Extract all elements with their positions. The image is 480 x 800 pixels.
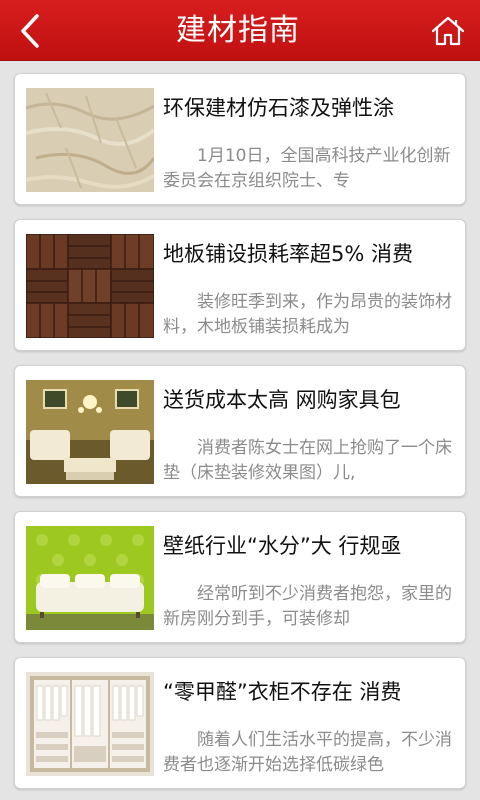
page-title: 建材指南 [176,13,300,48]
chevron-left-icon [21,13,39,48]
article-summary: 随着人们生活水平的提高，不少消费者也逐渐开始选择低碳绿色 [163,730,452,775]
article-card[interactable]: 壁纸行业“水分”大 行规亟 经常听到不少消费者抱怨，家里的新房刚分到手，可装修却 [14,511,466,643]
article-summary: 经常听到不少消费者抱怨，家里的新房刚分到手，可装修却 [163,584,452,629]
article-title: “零甲醛”衣柜不存在 消费 [163,680,402,704]
article-card[interactable]: 地板铺设损耗率超5% 消费 装修旺季到来，作为昂贵的装饰材料，木地板铺装损耗成为 [14,219,466,351]
living-room-image [26,380,154,484]
article-summary: 1月10日，全国高科技产业化创新委员会在京组织院士、专 [163,146,451,191]
article-card[interactable]: 环保建材仿石漆及弹性涂 1月10日，全国高科技产业化创新委员会在京组织院士、专 [14,73,466,205]
article-title: 送货成本太高 网购家具包 [163,388,401,412]
wardrobe-image [26,672,154,776]
article-title: 壁纸行业“水分”大 行规亟 [163,534,402,558]
home-icon [431,16,465,45]
article-card[interactable]: 送货成本太高 网购家具包 消费者陈女士在网上抢购了一个床垫（床垫装修效果图）儿, [14,365,466,497]
wood-parquet-image [26,234,154,338]
article-title: 地板铺设损耗率超5% 消费 [163,242,413,266]
app-header: 建材指南 [0,0,480,61]
home-button[interactable] [416,0,480,61]
article-summary: 装修旺季到来，作为昂贵的装饰材料，木地板铺装损耗成为 [163,292,452,337]
article-summary: 消费者陈女士在网上抢购了一个床垫（床垫装修效果图）儿, [163,438,452,483]
article-title: 环保建材仿石漆及弹性涂 [163,96,394,120]
stone-texture-image [26,88,154,192]
green-wallpaper-sofa-image [26,526,154,630]
back-button[interactable] [0,0,60,61]
article-card[interactable]: “零甲醛”衣柜不存在 消费 随着人们生活水平的提高，不少消费者也逐渐开始选择低碳… [14,657,466,789]
